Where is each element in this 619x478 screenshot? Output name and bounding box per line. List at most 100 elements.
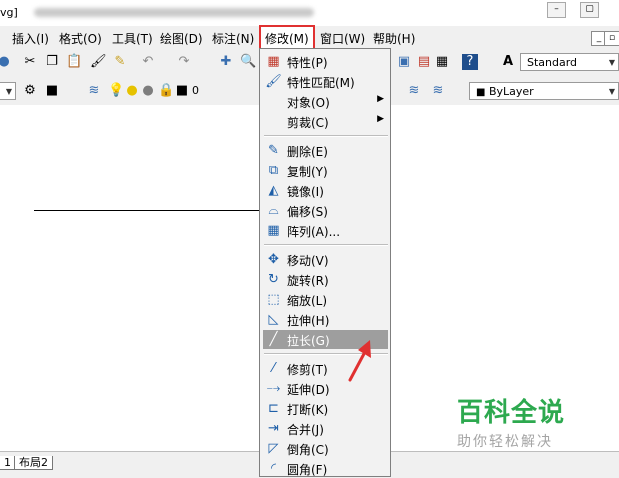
workspace-settings-icon[interactable]: ⚙ bbox=[22, 83, 38, 99]
lock-ui-icon[interactable]: ■ bbox=[44, 83, 60, 99]
menu-item-object[interactable]: 对象(O) ▶ bbox=[263, 92, 388, 111]
freeze-icon[interactable]: ● bbox=[140, 83, 156, 99]
mdi-restore-button[interactable]: ▫ bbox=[604, 31, 619, 46]
menu-insert[interactable]: 插入(I) bbox=[12, 30, 49, 47]
text-style-select[interactable]: Standard ▼ bbox=[520, 53, 619, 71]
drawn-line[interactable] bbox=[34, 210, 260, 211]
menu-item-label: 删除(E) bbox=[287, 145, 328, 159]
scale-icon: ⬚ bbox=[267, 292, 280, 307]
menu-item-move[interactable]: ✥ 移动(V) bbox=[263, 250, 388, 269]
menu-item-copy[interactable]: ⧉ 复制(Y) bbox=[263, 161, 388, 180]
menu-item-label: 打断(K) bbox=[287, 403, 329, 417]
menu-item-mirror[interactable]: ◭ 镜像(I) bbox=[263, 181, 388, 200]
restore-button[interactable]: ▢ bbox=[580, 2, 599, 18]
menu-item-label: 拉长(G) bbox=[287, 334, 330, 348]
copy-clip-icon[interactable]: ❐ bbox=[44, 54, 60, 70]
stretch-icon: ◺ bbox=[268, 312, 279, 327]
menu-item-label: 缩放(L) bbox=[287, 294, 328, 308]
mirror-icon: ◭ bbox=[268, 183, 279, 198]
chevron-down-icon: ▼ bbox=[608, 87, 615, 96]
zoom-icon[interactable]: 🔍 bbox=[240, 54, 256, 70]
color-swatch: ■ bbox=[476, 87, 486, 98]
menu-item-match-properties[interactable]: 🖌 特性匹配(M) bbox=[263, 72, 388, 91]
menu-help[interactable]: 帮助(H) bbox=[373, 30, 415, 47]
match-brush-icon[interactable]: 🖌 bbox=[90, 54, 107, 70]
menu-item-rotate[interactable]: ↻ 旋转(R) bbox=[263, 270, 388, 289]
text-style-value: Standard bbox=[527, 56, 578, 69]
menu-item-offset[interactable]: ⌓ 偏移(S) bbox=[263, 201, 388, 220]
modify-dropdown-menu: ▦ 特性(P) 🖌 特性匹配(M) 对象(O) ▶ 剪裁(C) ▶ ✎ 删除(E… bbox=[259, 48, 391, 477]
menu-item-label: 剪裁(C) bbox=[287, 116, 329, 130]
redo-icon[interactable]: ↷ bbox=[176, 54, 192, 70]
menu-item-label: 倒角(C) bbox=[287, 443, 329, 457]
move-icon: ✥ bbox=[268, 252, 279, 267]
menu-dimension[interactable]: 标注(N) bbox=[212, 30, 254, 47]
design-center-icon[interactable]: ▣ bbox=[396, 54, 412, 70]
eraser-icon[interactable]: ✎ bbox=[112, 54, 128, 70]
watermark-title: 百科全说 bbox=[457, 398, 566, 428]
paste-icon[interactable]: 📋 bbox=[66, 54, 82, 70]
color-select[interactable]: ■ ByLayer ▼ bbox=[469, 82, 619, 100]
watermark-logo: 百科全说 助你轻松解决 bbox=[457, 392, 577, 451]
layer-manager-icon[interactable]: ≋ bbox=[86, 83, 102, 99]
menu-item-label: 对象(O) bbox=[287, 96, 330, 110]
menu-item-break[interactable]: ⊏ 打断(K) bbox=[263, 399, 388, 418]
menu-window[interactable]: 窗口(W) bbox=[320, 30, 365, 47]
break-icon: ⊏ bbox=[268, 401, 279, 416]
title-bar: vg] – ▢ bbox=[0, 0, 619, 26]
menu-item-label: 镜像(I) bbox=[287, 185, 324, 199]
lock-icon[interactable]: 🔒 bbox=[158, 83, 174, 99]
menu-item-properties[interactable]: ▦ 特性(P) bbox=[263, 52, 388, 71]
globe-icon[interactable]: ● bbox=[0, 54, 12, 70]
menu-format[interactable]: 格式(O) bbox=[59, 30, 102, 47]
text-style-icon[interactable]: A bbox=[500, 54, 516, 70]
menu-item-label: 移动(V) bbox=[287, 254, 329, 268]
cut-icon[interactable]: ✂ bbox=[22, 54, 38, 70]
lightbulb-icon[interactable]: 💡 bbox=[108, 83, 124, 99]
menu-draw[interactable]: 绘图(D) bbox=[160, 30, 203, 47]
layer-previous-icon[interactable]: ≋ bbox=[430, 83, 446, 99]
copy-icon: ⧉ bbox=[268, 163, 279, 178]
help-icon[interactable]: ? bbox=[462, 54, 478, 70]
menu-item-label: 特性匹配(M) bbox=[287, 76, 355, 90]
lengthen-icon: ╱ bbox=[269, 332, 278, 347]
menu-tools[interactable]: 工具(T) bbox=[112, 30, 153, 47]
minimize-button[interactable]: – bbox=[547, 2, 566, 18]
sun-icon[interactable]: ● bbox=[124, 83, 140, 99]
menu-item-label: 复制(Y) bbox=[287, 165, 328, 179]
layer-state-icon[interactable]: ≋ bbox=[406, 83, 422, 99]
tab-layout2[interactable]: 布局2 bbox=[14, 456, 53, 470]
layer-name[interactable]: 0 bbox=[192, 84, 199, 97]
layer-color-swatch: ■ bbox=[175, 83, 189, 98]
offset-icon: ⌓ bbox=[268, 203, 279, 218]
fillet-icon: ◜ bbox=[270, 461, 277, 476]
menu-item-erase[interactable]: ✎ 删除(E) bbox=[263, 141, 388, 160]
chevron-down-icon: ▼ bbox=[5, 87, 12, 96]
menu-item-label: 圆角(F) bbox=[287, 463, 328, 477]
menu-item-label: 拉伸(H) bbox=[287, 314, 330, 328]
calculator-icon[interactable]: ▦ bbox=[434, 54, 450, 70]
menu-item-scale[interactable]: ⬚ 缩放(L) bbox=[263, 290, 388, 309]
window-title: vg] bbox=[0, 6, 18, 19]
workspace-select[interactable]: ▼ bbox=[0, 82, 16, 100]
extend-icon: ⤍ bbox=[266, 381, 281, 396]
pan-icon[interactable]: ✚ bbox=[218, 54, 234, 70]
undo-icon[interactable]: ↶ bbox=[140, 54, 156, 70]
chevron-down-icon: ▼ bbox=[608, 58, 615, 67]
menu-item-stretch[interactable]: ◺ 拉伸(H) bbox=[263, 310, 388, 329]
menu-item-join[interactable]: ⇥ 合并(J) bbox=[263, 419, 388, 438]
watermark-subtitle: 助你轻松解决 bbox=[457, 434, 553, 450]
match-properties-brush-icon: 🖌 bbox=[265, 74, 282, 89]
menu-item-label: 修剪(T) bbox=[287, 363, 328, 377]
submenu-arrow-icon: ▶ bbox=[377, 114, 384, 124]
menu-separator bbox=[264, 244, 388, 246]
color-value: ByLayer bbox=[488, 85, 534, 98]
menu-item-label: 阵列(A)... bbox=[287, 225, 341, 239]
menu-item-fillet[interactable]: ◜ 圆角(F) bbox=[263, 459, 388, 478]
properties-icon: ▦ bbox=[267, 54, 280, 69]
menu-item-chamfer[interactable]: ◸ 倒角(C) bbox=[263, 439, 388, 458]
menu-item-array[interactable]: ▦ 阵列(A)... bbox=[263, 221, 388, 240]
menu-item-clip[interactable]: 剪裁(C) ▶ bbox=[263, 112, 388, 131]
tool-palette-icon[interactable]: ▤ bbox=[416, 54, 432, 70]
menu-separator bbox=[264, 135, 388, 137]
